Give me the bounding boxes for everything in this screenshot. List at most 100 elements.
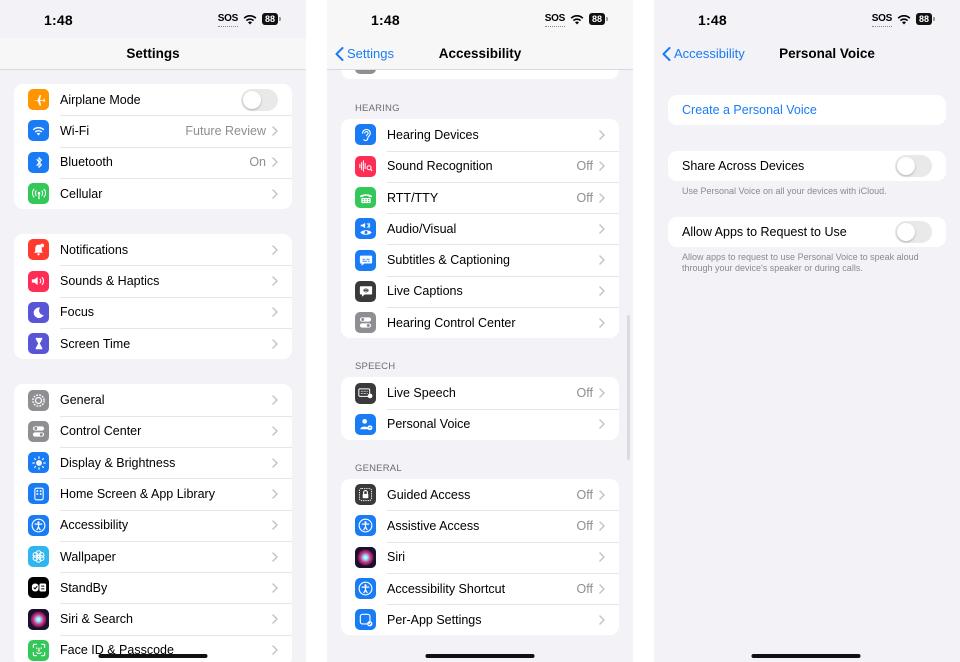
list-item-personal-voice[interactable]: Personal Voice bbox=[341, 408, 619, 440]
sun-icon bbox=[28, 452, 49, 474]
list-item-hearing-devices[interactable]: Hearing Devices bbox=[341, 119, 619, 150]
flower-icon bbox=[28, 546, 49, 567]
sound-recognition-icon bbox=[355, 155, 376, 177]
item-label: Siri & Search bbox=[60, 612, 133, 627]
list-item-guided-access[interactable]: Guided Access Off bbox=[341, 479, 619, 510]
item-label: Wi-Fi bbox=[60, 123, 90, 138]
list-item-sounds-and-haptics[interactable]: Sounds & Haptics bbox=[14, 265, 292, 296]
siri-icon bbox=[355, 546, 376, 568]
scrollbar[interactable] bbox=[627, 315, 630, 460]
list-item-assistive-access[interactable]: Assistive Access Off bbox=[341, 510, 619, 541]
status-bar: 1:48 SOS 88 bbox=[327, 0, 633, 38]
chevron-right-icon bbox=[599, 161, 605, 171]
battery-indicator: 88 bbox=[588, 13, 609, 25]
bell-icon bbox=[28, 239, 49, 261]
section-general: Guided Access Off Assistive Access Off Siri A… bbox=[341, 478, 619, 636]
chevron-right-icon bbox=[272, 395, 278, 405]
wifi-icon bbox=[28, 120, 49, 142]
item-label: RTT/TTY bbox=[387, 190, 439, 205]
list-item-live-speech[interactable]: Live Speech Off bbox=[341, 377, 619, 408]
wifi-signal-icon bbox=[570, 14, 584, 24]
section-header-speech: SPEECH bbox=[355, 361, 396, 373]
share-across-devices-toggle[interactable] bbox=[895, 155, 932, 177]
wifi-signal-icon bbox=[243, 14, 257, 24]
list-item-hearing-control-center[interactable]: Hearing Control Center bbox=[341, 307, 619, 338]
accessibility-icon bbox=[355, 578, 376, 599]
chevron-right-icon bbox=[272, 489, 278, 499]
switches-icon bbox=[355, 312, 376, 334]
status-bar: 1:48 SOS 88 bbox=[0, 0, 306, 38]
list-item-display-and-brightness[interactable]: Display & Brightness bbox=[14, 446, 292, 478]
page-title: Settings bbox=[126, 46, 180, 61]
settings-group: Airplane Mode Wi-Fi Future Review Bluetooth… bbox=[14, 84, 292, 210]
status-time: 1:48 bbox=[371, 12, 400, 28]
list-item-per-app-settings[interactable]: Per-App Settings bbox=[341, 604, 619, 635]
list-item-bluetooth[interactable]: Bluetooth On bbox=[14, 146, 292, 178]
list-item-rtt-tty[interactable]: RTT/TTY Off bbox=[341, 181, 619, 213]
lock-icon bbox=[355, 484, 376, 506]
airplane-mode-toggle[interactable] bbox=[241, 88, 278, 111]
list-item-subtitles-and-captioning[interactable]: Subtitles & Captioning bbox=[341, 244, 619, 275]
create-voice-group: Create a Personal Voice bbox=[668, 95, 946, 125]
list-item-screen-time[interactable]: Screen Time bbox=[14, 328, 292, 359]
home-indicator[interactable] bbox=[425, 654, 535, 658]
list-item-airplane-mode[interactable]: Airplane Mode bbox=[14, 84, 292, 115]
cellular-icon bbox=[28, 183, 49, 205]
list-item-siri[interactable]: Siri bbox=[341, 541, 619, 573]
list-item-accessibility[interactable]: Accessibility bbox=[14, 509, 292, 541]
sos-indicator: SOS bbox=[871, 13, 892, 27]
status-time: 1:48 bbox=[698, 12, 727, 28]
home-indicator[interactable] bbox=[98, 654, 208, 658]
list-item-audio-visual[interactable]: Audio/Visual bbox=[341, 213, 619, 244]
settings-group: General Control Center Display & Brightnes… bbox=[14, 384, 292, 662]
list-item-focus[interactable]: Focus bbox=[14, 296, 292, 328]
list-item-live-captions[interactable]: Live Captions bbox=[341, 275, 619, 307]
create-personal-voice-link[interactable]: Create a Personal Voice bbox=[682, 103, 817, 117]
battery-indicator: 88 bbox=[261, 13, 282, 25]
chevron-right-icon bbox=[272, 338, 278, 349]
chevron-left-icon bbox=[662, 46, 671, 61]
item-label: Notifications bbox=[60, 242, 129, 257]
item-value: Off bbox=[576, 518, 593, 533]
allow-apps-toggle[interactable] bbox=[895, 221, 932, 243]
item-value: Future Review bbox=[185, 123, 266, 138]
battery-indicator: 88 bbox=[915, 13, 936, 25]
chevron-right-icon bbox=[599, 419, 605, 430]
chevron-right-icon bbox=[272, 520, 278, 530]
accessibility-icon bbox=[355, 515, 376, 537]
wifi-signal-icon bbox=[897, 14, 911, 24]
tty-icon bbox=[355, 187, 376, 209]
chevron-right-icon bbox=[272, 645, 278, 656]
allow-apps-footnote: Allow apps to request to use Personal Vo… bbox=[682, 252, 919, 273]
chevron-right-icon bbox=[272, 307, 278, 318]
item-label: Hearing Control Center bbox=[387, 315, 516, 330]
list-item-control-center[interactable]: Control Center bbox=[14, 415, 292, 447]
home-indicator[interactable] bbox=[751, 654, 861, 658]
item-value: On bbox=[249, 155, 266, 170]
speaker-icon bbox=[28, 270, 49, 292]
chevron-right-icon bbox=[599, 489, 605, 500]
list-item-home-screen-and-app-library[interactable]: Home Screen & App Library bbox=[14, 478, 292, 509]
item-label: Control Center bbox=[60, 424, 142, 439]
list-item-cellular[interactable]: Cellular bbox=[14, 177, 292, 209]
item-label: Siri bbox=[387, 550, 406, 565]
siri-icon bbox=[28, 608, 49, 630]
list-item-wallpaper[interactable]: Wallpaper bbox=[14, 540, 292, 572]
list-item-notifications[interactable]: Notifications bbox=[14, 234, 292, 265]
item-label: Live Captions bbox=[387, 284, 463, 299]
switches-icon bbox=[28, 420, 49, 442]
allow-apps-row: Allow Apps to Request to Use bbox=[668, 217, 946, 247]
nav-bar: Settings bbox=[0, 38, 306, 70]
list-item-standby[interactable]: StandBy bbox=[14, 572, 292, 603]
list-item-general[interactable]: General bbox=[14, 384, 292, 415]
chevron-right-icon bbox=[272, 426, 278, 437]
list-item-wi-fi[interactable]: Wi-Fi Future Review bbox=[14, 115, 292, 146]
list-item-sound-recognition[interactable]: Sound Recognition Off bbox=[341, 150, 619, 182]
create-personal-voice-row[interactable]: Create a Personal Voice bbox=[668, 95, 946, 125]
list-item-siri-and-search[interactable]: Siri & Search bbox=[14, 603, 292, 634]
item-label: Assistive Access bbox=[387, 518, 480, 533]
list-item-accessibility-shortcut[interactable]: Accessibility Shortcut Off bbox=[341, 572, 619, 604]
share-across-devices-label: Share Across Devices bbox=[682, 159, 805, 173]
item-label: StandBy bbox=[60, 580, 108, 595]
nav-bar: Settings Accessibility bbox=[327, 38, 633, 70]
